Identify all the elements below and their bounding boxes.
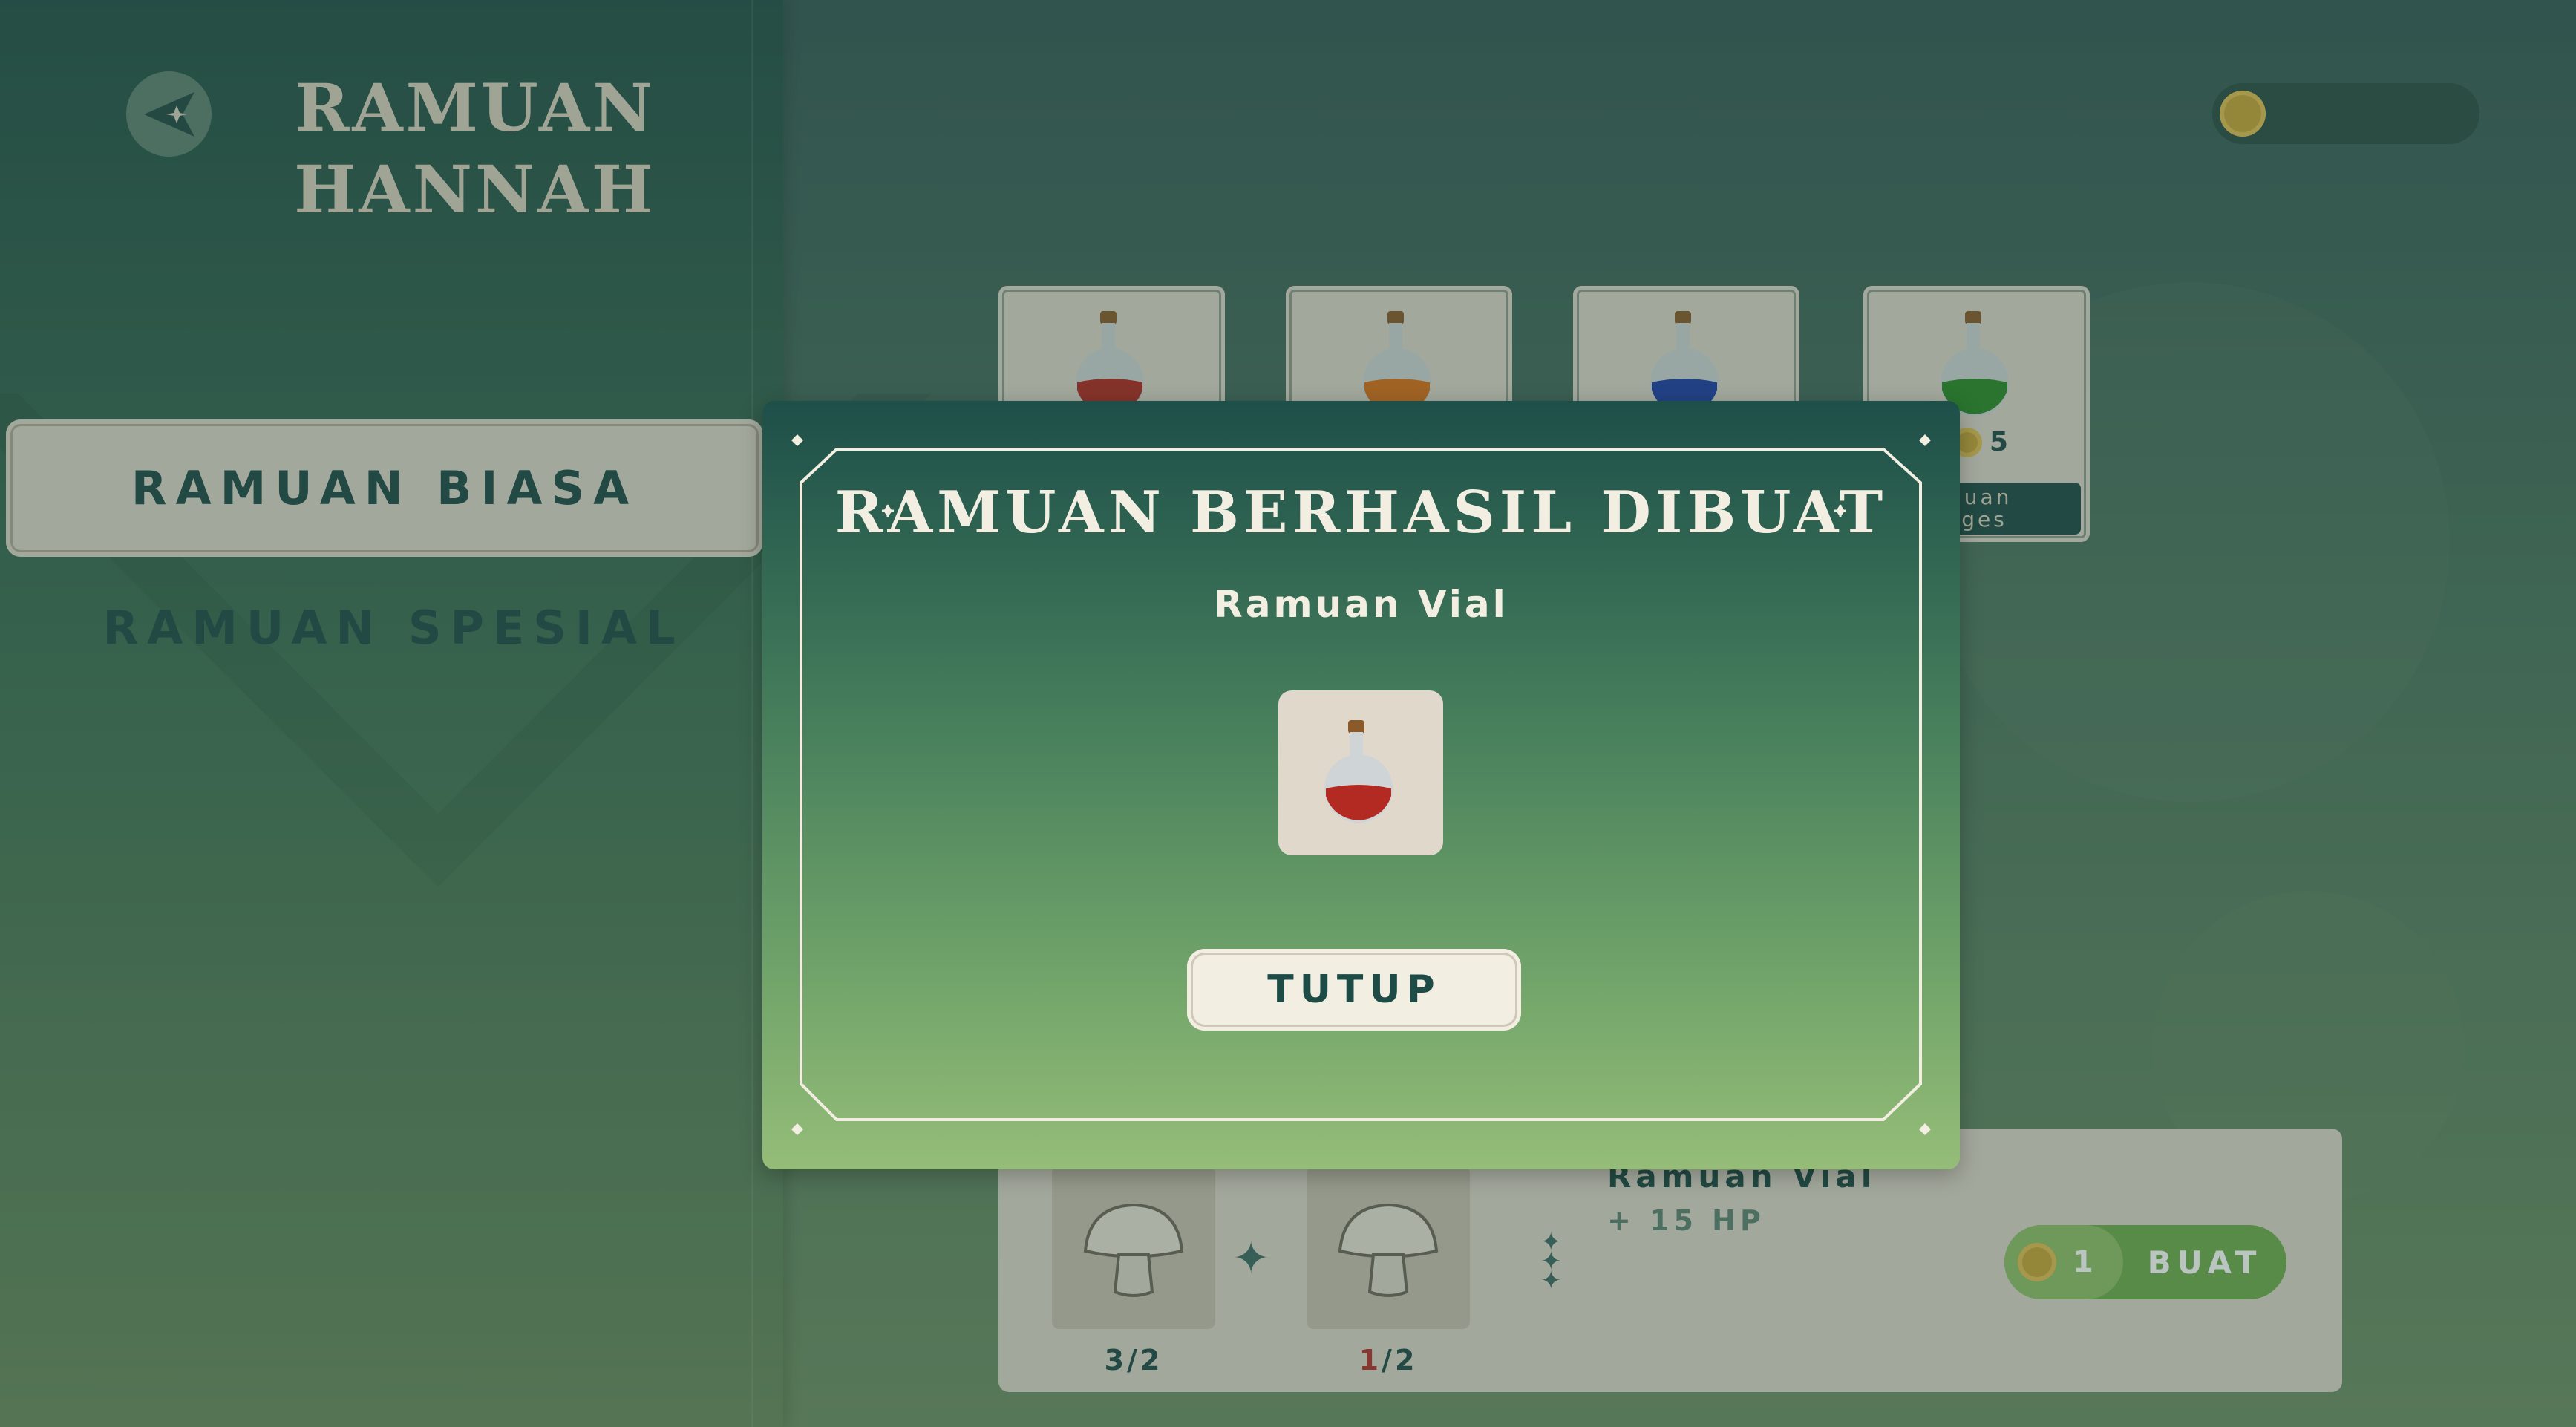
modal-item-slot xyxy=(1278,690,1443,855)
modal-item-name: Ramuan Vial xyxy=(1214,583,1508,626)
close-label: TUTUP xyxy=(1267,967,1441,1012)
close-button[interactable]: TUTUP xyxy=(1187,949,1521,1031)
red-potion-icon xyxy=(1324,720,1393,823)
game-screen: RAMUAN HANNAH RAMUAN BIASA RAMUAN SPESIA… xyxy=(0,0,2576,1427)
modal-title: RAMUAN BERHASIL DIBUAT xyxy=(834,479,1888,546)
success-modal: RAMUAN BERHASIL DIBUAT Ramuan Vial TUTUP xyxy=(762,401,1960,1169)
